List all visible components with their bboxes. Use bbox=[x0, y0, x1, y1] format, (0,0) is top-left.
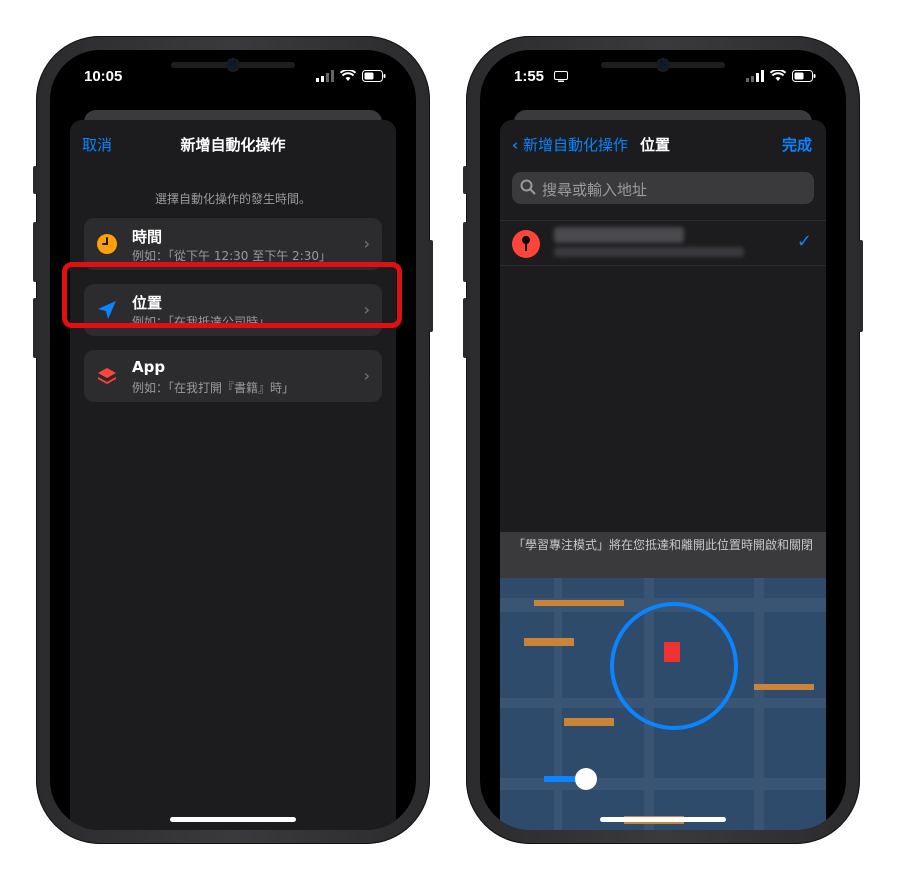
home-indicator bbox=[600, 817, 726, 822]
silent-switch bbox=[463, 166, 467, 194]
new-automation-sheet: 取消 新增自動化操作 選擇自動化操作的發生時間。 時間 例如：「從下午 12:3… bbox=[70, 120, 396, 830]
volume-down-button bbox=[463, 298, 467, 358]
status-icons bbox=[746, 70, 816, 82]
map-pin-icon bbox=[512, 230, 540, 258]
hint-text: 選擇自動化操作的發生時間。 bbox=[154, 192, 311, 206]
nav-bar: 取消 新增自動化操作 bbox=[70, 134, 396, 158]
status-time: 10:05 bbox=[84, 68, 123, 85]
chevron-right-icon: › bbox=[363, 234, 370, 253]
option-example: 例如：「在我打開『書籍』時」 bbox=[132, 381, 295, 395]
volume-up-button bbox=[463, 222, 467, 282]
map-view[interactable] bbox=[500, 578, 826, 830]
front-camera bbox=[228, 60, 238, 70]
map-image bbox=[500, 578, 826, 830]
silent-switch bbox=[33, 166, 37, 194]
volume-down-button bbox=[33, 298, 37, 358]
status-icons bbox=[316, 70, 386, 82]
left-phone: 10:05 取消 新增自動化操作 選擇自動化操作的發生時間。 時間 例如：「從下… bbox=[33, 36, 433, 844]
chevron-right-icon: › bbox=[363, 366, 370, 385]
front-camera bbox=[658, 60, 668, 70]
page-title: 位置 bbox=[640, 136, 671, 154]
nav-bar: ‹ 新增自動化操作 位置 完成 bbox=[500, 134, 826, 158]
status-bar: 1:55 bbox=[480, 50, 846, 106]
power-button bbox=[859, 240, 863, 332]
search-icon bbox=[520, 179, 536, 195]
status-time: 1:55 bbox=[514, 68, 545, 85]
done-button[interactable]: 完成 bbox=[782, 134, 812, 155]
blurred-address-detail bbox=[554, 247, 744, 257]
option-app[interactable]: App 例如：「在我打開『書籍』時」 › bbox=[84, 350, 382, 402]
page-title: 新增自動化操作 bbox=[180, 136, 286, 154]
app-stack-icon bbox=[98, 368, 116, 384]
selected-location-row[interactable]: ✓ bbox=[500, 220, 826, 266]
screen-mirroring-icon bbox=[554, 71, 568, 82]
cellular-signal-icon bbox=[316, 70, 334, 82]
volume-up-button bbox=[33, 222, 37, 282]
back-label: 新增自動化操作 bbox=[522, 136, 628, 154]
highlight-box bbox=[62, 262, 402, 328]
map-caption: 「學習專注模式」將在您抵達和離開此位置時開啟和關閉 bbox=[500, 532, 826, 578]
option-label: 時間 bbox=[132, 228, 163, 246]
blurred-address bbox=[554, 227, 684, 243]
clock-icon bbox=[97, 234, 117, 254]
location-sheet: ‹ 新增自動化操作 位置 完成 搜尋或輸入地址 ✓ 「學習專注模式」將在您抵達和… bbox=[500, 120, 826, 830]
battery-icon bbox=[362, 70, 386, 82]
search-field[interactable]: 搜尋或輸入地址 bbox=[512, 172, 814, 204]
checkmark-icon: ✓ bbox=[796, 231, 812, 252]
status-bar: 10:05 bbox=[50, 50, 416, 106]
wifi-icon bbox=[770, 70, 786, 81]
option-label: App bbox=[132, 358, 166, 376]
right-phone: 1:55 ‹ 新增自動化操作 位置 完成 搜尋或輸入地址 ✓ 「學習專注模式」將… bbox=[463, 36, 863, 844]
left-screen: 10:05 取消 新增自動化操作 選擇自動化操作的發生時間。 時間 例如：「從下… bbox=[50, 50, 416, 830]
home-indicator bbox=[170, 817, 296, 822]
cellular-signal-icon bbox=[746, 70, 764, 82]
wifi-icon bbox=[340, 70, 356, 81]
power-button bbox=[429, 240, 433, 332]
right-screen: 1:55 ‹ 新增自動化操作 位置 完成 搜尋或輸入地址 ✓ 「學習專注模式」將… bbox=[480, 50, 846, 830]
search-placeholder: 搜尋或輸入地址 bbox=[542, 181, 648, 199]
back-button[interactable]: ‹ 新增自動化操作 bbox=[512, 134, 628, 155]
battery-icon bbox=[792, 70, 816, 82]
chevron-left-icon: ‹ bbox=[512, 136, 519, 154]
